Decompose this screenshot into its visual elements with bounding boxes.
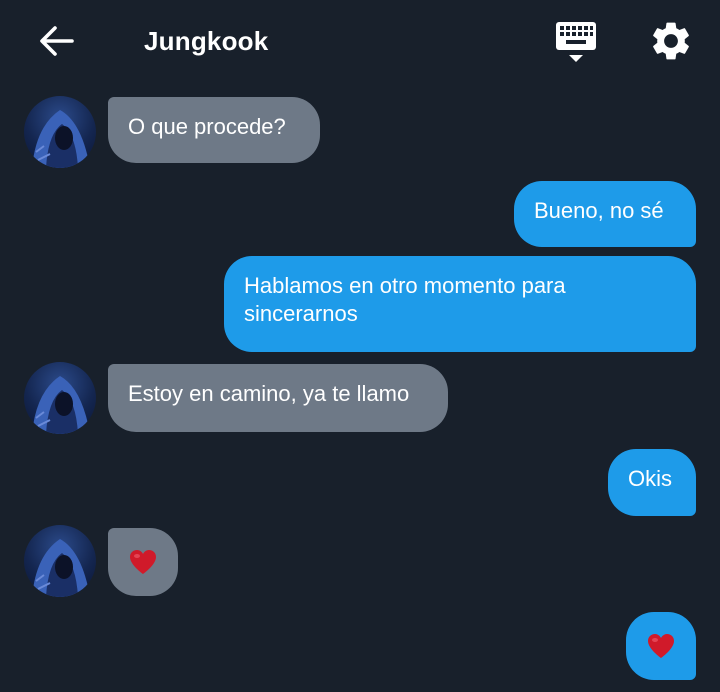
message-bubble-outgoing[interactable]: Okis — [608, 449, 696, 516]
arrow-left-icon — [40, 26, 74, 56]
message-bubble-outgoing[interactable]: Hablamos en otro momento para sincerarno… — [224, 256, 696, 352]
message-text: Okis — [628, 466, 672, 491]
message-bubble-incoming[interactable]: Estoy en camino, ya te llamo — [108, 364, 448, 432]
contact-name: Jungkook — [144, 26, 269, 56]
avatar[interactable] — [24, 362, 96, 434]
message-bubble-incoming[interactable] — [108, 528, 178, 596]
back-button[interactable] — [36, 24, 76, 58]
gear-icon — [653, 22, 689, 60]
message-text: Bueno, no sé — [534, 198, 664, 223]
avatar[interactable] — [24, 96, 96, 168]
message-bubble-incoming[interactable]: O que procede? — [108, 97, 320, 163]
avatar[interactable] — [24, 525, 96, 597]
contact-photo — [32, 376, 90, 434]
settings-button[interactable] — [648, 18, 694, 64]
message-bubble-outgoing[interactable]: Bueno, no sé — [514, 181, 696, 247]
contact-photo — [32, 539, 90, 597]
heart-icon — [648, 634, 674, 658]
chat-header: Jungkook — [0, 0, 720, 84]
message-bubble-outgoing[interactable] — [626, 612, 696, 680]
message-text: Estoy en camino, ya te llamo — [128, 381, 410, 406]
keyboard-icon — [556, 22, 596, 62]
message-text: O que procede? — [128, 114, 286, 139]
heart-icon — [130, 550, 156, 574]
keyboard-button[interactable] — [552, 20, 600, 66]
message-text: Hablamos en otro momento para sincerarno… — [244, 273, 566, 326]
contact-photo — [32, 110, 90, 168]
